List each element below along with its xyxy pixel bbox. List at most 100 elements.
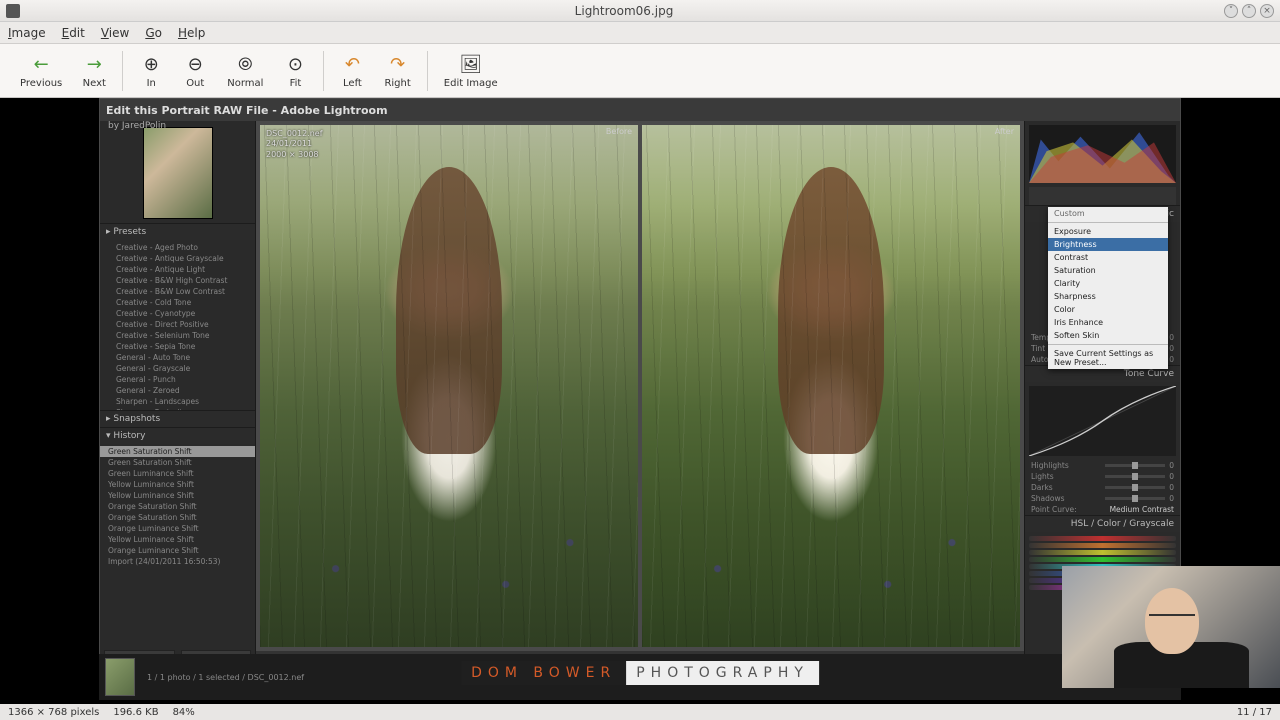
preset-item[interactable]: Creative - Sepia Tone [104,341,251,352]
history-item[interactable]: Yellow Luminance Shift [100,534,255,545]
presets-list: Creative - Aged PhotoCreative - Antique … [100,240,255,410]
slider-lights[interactable]: Lights0 [1025,471,1180,482]
history-item[interactable]: Orange Saturation Shift [100,512,255,523]
image-viewport[interactable]: Edit this Portrait RAW File - Adobe Ligh… [0,98,1280,704]
minimize-button[interactable]: ˅ [1224,4,1238,18]
menu-view[interactable]: View [101,26,129,40]
lr-left-panel: ▸ Presets Creative - Aged PhotoCreative … [100,121,256,669]
histogram[interactable] [1029,125,1176,183]
dropdown-item[interactable]: Clarity [1048,277,1168,290]
hsl-slider[interactable] [1029,543,1176,548]
rotate-left-button[interactable]: ↶ Left [330,50,374,91]
preset-item[interactable]: General - Zeroed [104,385,251,396]
dropdown-item[interactable]: Contrast [1048,251,1168,264]
status-zoom: 84% [173,707,195,718]
rotate-right-icon: ↷ [386,52,410,76]
menu-edit[interactable]: Edit [62,26,85,40]
dropdown-item[interactable]: Soften Skin [1048,329,1168,342]
dropdown-item[interactable]: Color [1048,303,1168,316]
preset-item[interactable]: Sharpen - Landscapes [104,396,251,407]
preset-item[interactable]: Creative - Selenium Tone [104,330,251,341]
dropdown-item[interactable]: Brightness [1048,238,1168,251]
dropdown-item[interactable]: Iris Enhance [1048,316,1168,329]
slider-shadows[interactable]: Shadows0 [1025,493,1180,504]
hsl-slider[interactable] [1029,557,1176,562]
preset-item[interactable]: General - Auto Tone [104,352,251,363]
hsl-slider[interactable] [1029,550,1176,555]
after-image[interactable]: After [642,125,1020,647]
zoom-normal-icon: ⦾ [233,52,257,76]
status-filesize: 196.6 KB [113,707,158,718]
close-button[interactable]: × [1260,4,1274,18]
edit-image-button[interactable]: 🖼 Edit Image [434,50,508,91]
presets-header[interactable]: ▸ Presets [100,223,255,240]
tone-curve[interactable] [1029,386,1176,456]
history-list: Green Saturation ShiftGreen Saturation S… [100,444,255,646]
history-item[interactable]: Yellow Luminance Shift [100,490,255,501]
separator [427,51,428,91]
zoom-in-button[interactable]: ⊕ In [129,50,173,91]
history-item[interactable]: Import (24/01/2011 16:50:53) [100,556,255,567]
separator [122,51,123,91]
previous-button[interactable]: ← Previous [10,50,72,91]
dropdown-header: Custom [1048,207,1168,220]
branding-overlay: DOM BOWER PHOTOGRAPHY [461,660,819,686]
zoom-fit-button[interactable]: ⊙ Fit [273,50,317,91]
window-titlebar: Lightroom06.jpg ˅ ˄ × [0,0,1280,22]
rotate-left-icon: ↶ [340,52,364,76]
point-curve-row[interactable]: Point Curve: Medium Contrast [1025,504,1180,515]
dropdown-item[interactable]: Saturation [1048,264,1168,277]
branding-part1: DOM BOWER [461,661,626,685]
zoom-out-icon: ⊖ [183,52,207,76]
maximize-button[interactable]: ˄ [1242,4,1256,18]
menu-image[interactable]: Image [8,26,46,40]
adjustment-tool-strip[interactable] [1029,187,1176,205]
preset-item[interactable]: Creative - Cyanotype [104,308,251,319]
preset-item[interactable]: General - Punch [104,374,251,385]
history-item[interactable]: Orange Luminance Shift [100,523,255,534]
slider-highlights[interactable]: Highlights0 [1025,460,1180,471]
slider-darks[interactable]: Darks0 [1025,482,1180,493]
rotate-right-button[interactable]: ↷ Right [374,50,420,91]
history-item[interactable]: Green Saturation Shift [100,446,255,457]
preset-item[interactable]: General - Grayscale [104,363,251,374]
hsl-slider[interactable] [1029,536,1176,541]
history-item[interactable]: Green Saturation Shift [100,457,255,468]
hsl-header[interactable]: HSL / Color / Grayscale [1025,515,1180,532]
history-item[interactable]: Orange Luminance Shift [100,545,255,556]
dropdown-save-preset[interactable]: Save Current Settings as New Preset... [1048,347,1168,369]
dropdown-item[interactable]: Sharpness [1048,290,1168,303]
snapshots-header[interactable]: ▸ Snapshots [100,410,255,427]
statusbar: 1366 × 768 pixels 196.6 KB 84% 11 / 17 [0,704,1280,720]
preset-item[interactable]: Creative - Antique Grayscale [104,253,251,264]
brush-effect-dropdown[interactable]: Custom ExposureBrightnessContrastSaturat… [1048,207,1168,369]
history-item[interactable]: Orange Saturation Shift [100,501,255,512]
navigator-thumb[interactable] [143,127,213,219]
before-image[interactable]: DSC_0012.nef 24/01/2011 2000 × 3008 Befo… [260,125,638,647]
preset-item[interactable]: Creative - Antique Light [104,264,251,275]
video-title-overlay: Edit this Portrait RAW File - Adobe Ligh… [100,99,1180,121]
preset-item[interactable]: Creative - B&W High Contrast [104,275,251,286]
webcam-overlay [1062,566,1280,688]
lightroom-window: Edit this Portrait RAW File - Adobe Ligh… [99,98,1181,688]
preset-item[interactable]: Creative - Direct Positive [104,319,251,330]
history-item[interactable]: Green Luminance Shift [100,468,255,479]
app-icon [6,4,20,18]
arrow-left-icon: ← [29,52,53,76]
menu-help[interactable]: Help [178,26,205,40]
menubar: Image Edit View Go Help [0,22,1280,44]
next-button[interactable]: → Next [72,50,116,91]
menu-go[interactable]: Go [145,26,162,40]
preset-item[interactable]: Creative - B&W Low Contrast [104,286,251,297]
history-header[interactable]: ▾ History [100,427,255,444]
dropdown-item[interactable]: Exposure [1048,225,1168,238]
preset-item[interactable]: Creative - Aged Photo [104,242,251,253]
branding-part2: PHOTOGRAPHY [626,661,819,685]
preset-item[interactable]: Creative - Cold Tone [104,297,251,308]
history-item[interactable]: Yellow Luminance Shift [100,479,255,490]
filmstrip-thumb[interactable] [105,658,135,696]
zoom-normal-button[interactable]: ⦾ Normal [217,50,273,91]
zoom-out-button[interactable]: ⊖ Out [173,50,217,91]
after-label: After [995,127,1014,136]
zoom-in-icon: ⊕ [139,52,163,76]
